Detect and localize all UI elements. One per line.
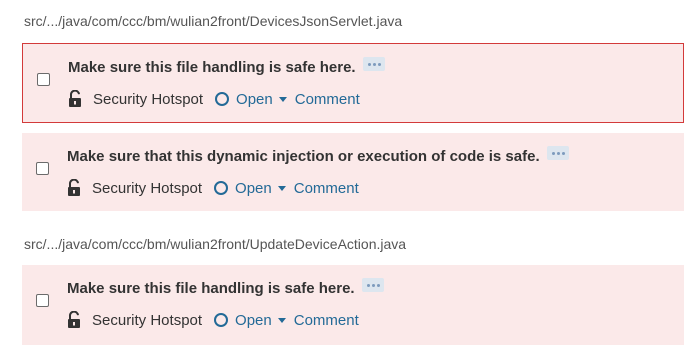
chevron-down-icon: [277, 185, 286, 191]
status-dropdown[interactable]: Open: [215, 91, 295, 108]
issue-type-label: Security Hotspot: [93, 90, 204, 108]
file-path-header[interactable]: src/.../java/com/ccc/bm/wulian2front/Upd…: [24, 235, 406, 253]
file-path-header[interactable]: src/.../java/com/ccc/bm/wulian2front/Dev…: [24, 12, 402, 30]
unlocked-lock-icon: [67, 178, 81, 197]
open-circle-icon: [214, 181, 229, 195]
chevron-down-icon: [277, 317, 286, 323]
issue-meta-row: Security Hotspot Open Comment: [67, 310, 359, 330]
comment-link[interactable]: Comment: [295, 91, 360, 108]
issue-type-label: Security Hotspot: [92, 179, 203, 197]
open-circle-icon: [215, 92, 230, 106]
issue-message[interactable]: Make sure this file handling is safe her…: [68, 59, 356, 76]
issue-type-label: Security Hotspot: [92, 311, 203, 329]
issue-checkbox[interactable]: [36, 294, 49, 307]
issues-list: src/.../java/com/ccc/bm/wulian2front/Dev…: [0, 0, 686, 345]
more-options-button[interactable]: [361, 278, 384, 292]
status-label: Open: [235, 311, 272, 329]
issue-card[interactable]: Make sure this file handling is safe her…: [22, 43, 684, 123]
status-dropdown[interactable]: Open: [214, 180, 294, 197]
chevron-down-icon: [278, 96, 287, 102]
status-label: Open: [236, 90, 273, 108]
issue-card[interactable]: Make sure that this dynamic injection or…: [22, 133, 684, 211]
unlocked-lock-icon: [68, 89, 82, 108]
issue-checkbox[interactable]: [37, 73, 50, 86]
issue-meta-row: Security Hotspot Open Comment: [68, 89, 360, 109]
comment-link[interactable]: Comment: [294, 312, 359, 329]
issue-message[interactable]: Make sure this file handling is safe her…: [67, 280, 355, 297]
issue-card[interactable]: Make sure this file handling is safe her…: [22, 265, 684, 345]
more-options-button[interactable]: [362, 57, 385, 71]
status-dropdown[interactable]: Open: [214, 312, 294, 329]
issue-meta-row: Security Hotspot Open Comment: [67, 178, 359, 198]
issue-title-row: Make sure that this dynamic injection or…: [67, 146, 569, 166]
unlocked-lock-icon: [67, 310, 81, 329]
issue-message[interactable]: Make sure that this dynamic injection or…: [67, 148, 540, 165]
issue-checkbox[interactable]: [36, 162, 49, 175]
comment-link[interactable]: Comment: [294, 180, 359, 197]
status-label: Open: [235, 179, 272, 197]
issue-title-row: Make sure this file handling is safe her…: [67, 278, 384, 298]
issue-title-row: Make sure this file handling is safe her…: [68, 57, 385, 77]
open-circle-icon: [214, 313, 229, 327]
more-options-button[interactable]: [546, 146, 569, 160]
